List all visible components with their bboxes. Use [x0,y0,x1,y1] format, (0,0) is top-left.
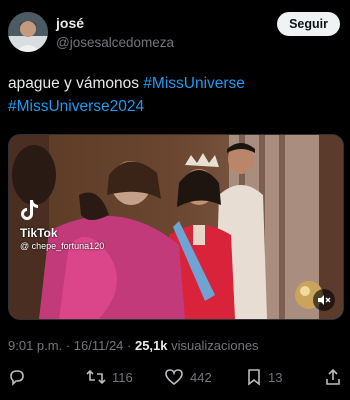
retweet-button[interactable]: 116 [86,362,133,392]
profile-photo [8,12,48,52]
bookmark-count: 13 [268,369,283,385]
like-count: 442 [190,369,212,385]
tiktok-logo-icon [21,200,38,220]
views-count: 25,1k [134,338,168,353]
meta-separator: · [62,338,74,353]
tweet-time[interactable]: 9:01 p.m. [8,338,62,353]
hashtag-link[interactable]: #MissUniverse [143,75,245,92]
speaker-muted-icon [318,295,331,305]
reply-icon [10,370,24,386]
tiktok-watermark-user: @ chepe_fortuna120 [20,241,105,251]
retweet-icon [86,369,106,385]
mute-button[interactable] [313,289,335,311]
tweet-header: josé @josesalcedomeza Seguir [8,12,340,56]
bookmark-icon [248,369,260,386]
like-button[interactable]: 442 [164,362,212,392]
retweet-count: 116 [112,369,133,385]
tiktok-watermark-label: TikTok [20,226,58,240]
share-icon [326,368,340,385]
follow-button[interactable]: Seguir [277,12,340,36]
author-display-name[interactable]: josé [56,14,174,32]
video-player[interactable]: TikTok @ chepe_fortuna120 [8,134,344,320]
author-handle[interactable]: @josesalcedomeza [56,34,174,52]
meta-separator: · [123,338,135,353]
author-avatar[interactable] [8,12,48,52]
views-label: visualizaciones [167,338,259,353]
video-frame [9,135,343,319]
reply-button[interactable] [8,362,32,392]
tweet-text: apague y vámonos #MissUniverse #MissUniv… [8,72,342,118]
tweet-date[interactable]: 16/11/24 [74,338,124,353]
hashtag-link[interactable]: #MissUniverse2024 [8,98,144,115]
share-button[interactable] [324,362,342,392]
heart-icon [165,369,183,386]
tweet-meta: 9:01 p.m. · 16/11/24 · 25,1k visualizaci… [8,338,259,353]
bookmark-button[interactable]: 13 [246,362,282,392]
tweet-text-plain: apague y vámonos [8,75,144,92]
action-bar: 116 442 13 [0,362,350,392]
